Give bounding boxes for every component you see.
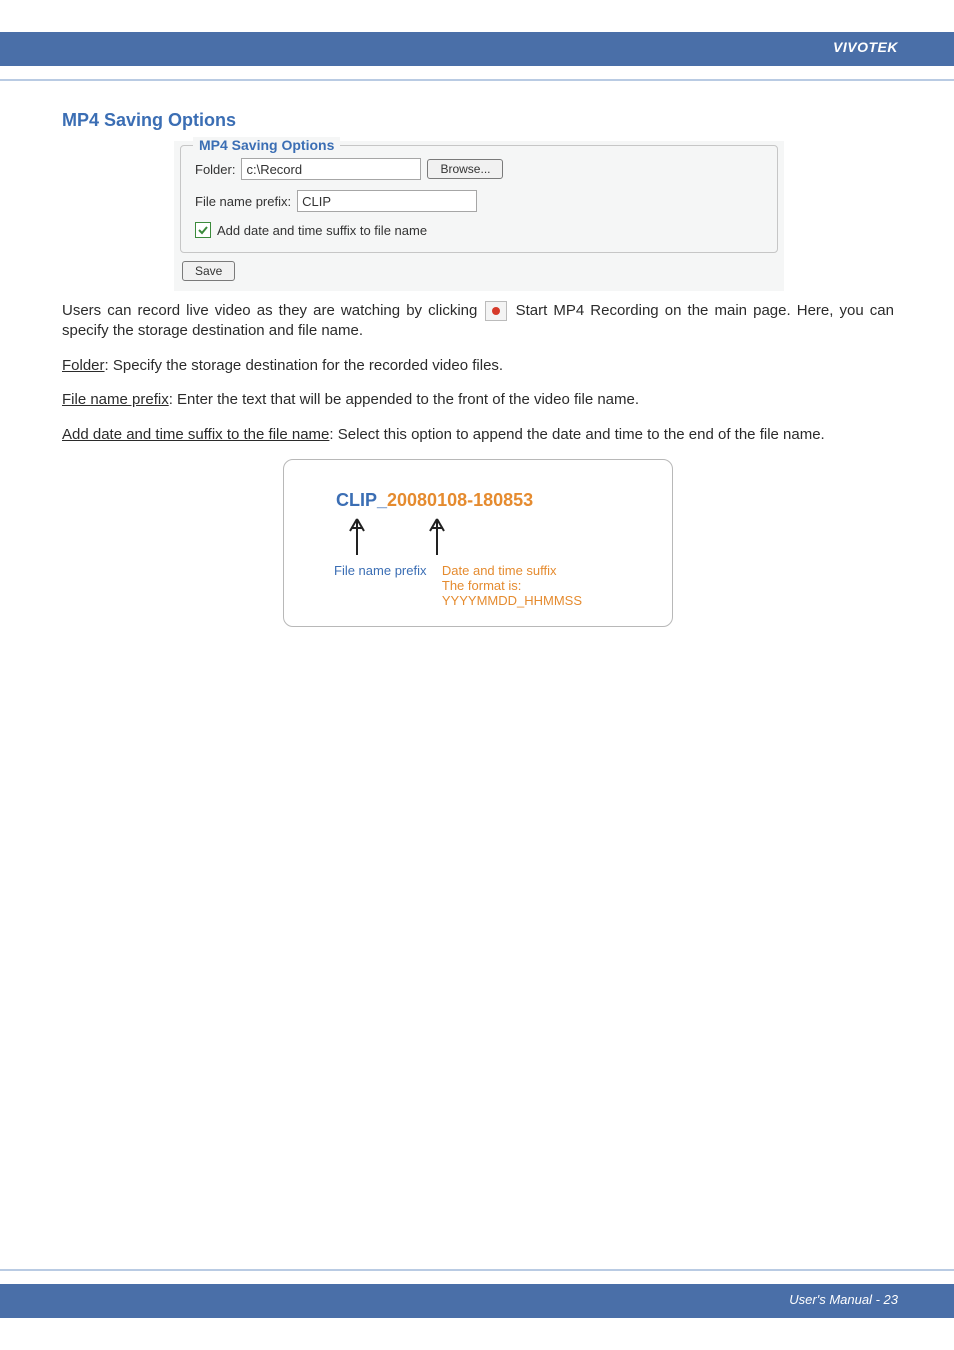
header-band: VIVOTEK: [0, 32, 954, 66]
paragraph-intro-a: Users can record live video as they are …: [62, 302, 483, 319]
example-prefix: CLIP_: [336, 490, 387, 510]
fieldset-legend: MP4 Saving Options: [193, 137, 340, 153]
paragraph-folder: Folder: Specify the storage destination …: [62, 356, 894, 376]
options-panel: MP4 Saving Options Folder: Browse... Fil…: [174, 141, 784, 291]
filename-illustration: CLIP_20080108-180853 File name prefix Da…: [283, 459, 673, 627]
caption-date-line2: The format is: YYYYMMDD_HHMMSS: [442, 578, 644, 608]
caption-prefix: File name prefix: [334, 563, 432, 578]
example-filename: CLIP_20080108-180853: [336, 490, 644, 511]
save-button[interactable]: Save: [182, 261, 235, 281]
suffix-row: Add date and time suffix to file name: [195, 222, 763, 238]
record-dot-icon: [492, 307, 500, 315]
caption-date-line1: Date and time suffix: [442, 563, 644, 578]
content-area: MP4 Saving Options MP4 Saving Options Fo…: [62, 110, 894, 627]
paragraph-folder-u: Folder: [62, 357, 105, 374]
header-divider: [0, 79, 954, 81]
arrow-up-icon: [428, 517, 446, 555]
paragraph-intro: Users can record live video as they are …: [62, 301, 894, 341]
paragraph-prefix-rest: : Enter the text that will be appended t…: [169, 391, 639, 408]
brand-label: VIVOTEK: [833, 39, 898, 55]
record-icon: [485, 301, 507, 321]
arrow-up-icon: [348, 517, 366, 555]
paragraph-suffix-rest: : Select this option to append the date …: [329, 426, 824, 443]
folder-row: Folder: Browse...: [195, 158, 763, 180]
footer-page-label: User's Manual - 23: [789, 1292, 898, 1307]
paragraph-suffix-u: Add date and time suffix to the file nam…: [62, 426, 329, 443]
prefix-input[interactable]: [297, 190, 477, 212]
paragraph-prefix: File name prefix: Enter the text that wi…: [62, 390, 894, 410]
footer-band: User's Manual - 23: [0, 1284, 954, 1318]
example-date: 20080108-180853: [387, 490, 533, 510]
paragraph-prefix-u: File name prefix: [62, 391, 169, 408]
arrows-row: [348, 517, 644, 555]
add-suffix-label: Add date and time suffix to file name: [217, 223, 427, 238]
browse-button[interactable]: Browse...: [427, 159, 503, 179]
caption-date: Date and time suffix The format is: YYYY…: [442, 563, 644, 608]
add-suffix-checkbox[interactable]: [195, 222, 211, 238]
paragraph-suffix: Add date and time suffix to the file nam…: [62, 425, 894, 445]
paragraph-folder-rest: : Specify the storage destination for th…: [105, 357, 504, 374]
caption-row: File name prefix Date and time suffix Th…: [334, 563, 644, 608]
options-fieldset: MP4 Saving Options Folder: Browse... Fil…: [180, 145, 778, 253]
folder-input[interactable]: [241, 158, 421, 180]
prefix-row: File name prefix:: [195, 190, 763, 212]
footer-divider: [0, 1269, 954, 1271]
section-title: MP4 Saving Options: [62, 110, 894, 131]
folder-label: Folder:: [195, 162, 235, 177]
prefix-label: File name prefix:: [195, 194, 291, 209]
save-row: Save: [182, 261, 780, 281]
